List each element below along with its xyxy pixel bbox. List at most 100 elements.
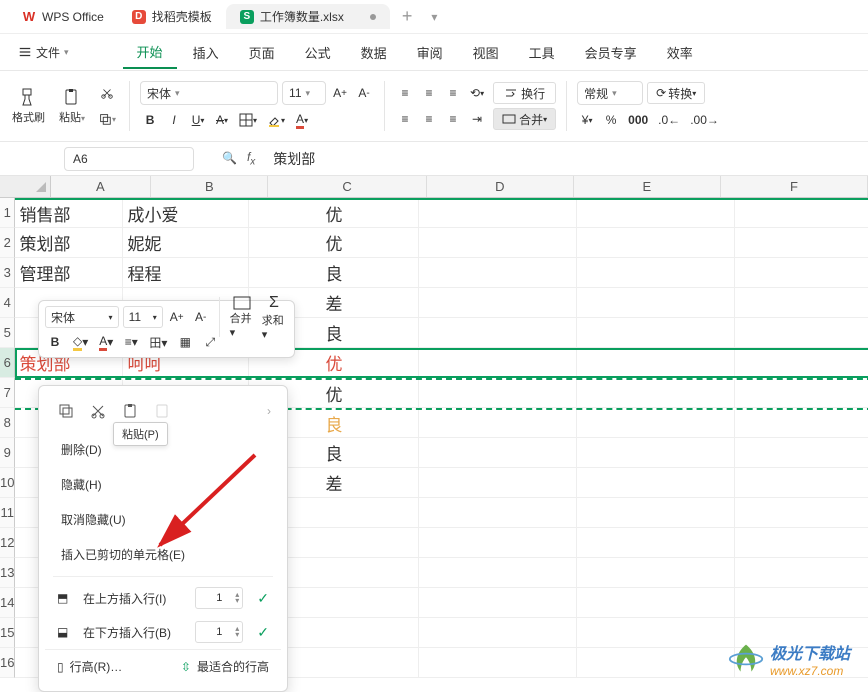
tab-docer[interactable]: D 找稻壳模板	[118, 4, 226, 29]
paste-button[interactable]: 粘贴▾	[55, 85, 89, 127]
row-header[interactable]: 6	[0, 348, 15, 378]
mini-font-inc[interactable]: A+	[167, 306, 187, 328]
convert-button[interactable]: ⟳转换▾	[647, 82, 705, 104]
cell[interactable]	[419, 588, 577, 618]
merge-button[interactable]: 合并▾	[493, 108, 556, 130]
cell[interactable]: 良	[249, 258, 419, 288]
menu-insert[interactable]: 插入	[179, 37, 233, 68]
tab-wps[interactable]: W WPS Office	[8, 6, 118, 28]
menu-review[interactable]: 审阅	[403, 37, 457, 68]
dec-dec-button[interactable]: .00→	[687, 109, 722, 131]
cell[interactable]	[419, 618, 577, 648]
cell[interactable]	[419, 528, 577, 558]
align-right-button[interactable]: ≡	[443, 108, 463, 130]
ctx-insert-above[interactable]: ⬒ 在上方插入行(I) 1▴▾ ✓	[45, 581, 281, 615]
cell[interactable]	[577, 558, 735, 588]
align-bot-button[interactable]: ≡	[443, 82, 463, 104]
align-left-button[interactable]: ≡	[395, 108, 415, 130]
cell[interactable]	[577, 258, 735, 288]
cell[interactable]	[735, 318, 868, 348]
mini-font-dec[interactable]: A-	[191, 306, 211, 328]
cell[interactable]: 管理部	[15, 258, 123, 288]
mini-fill[interactable]: ◇▾	[70, 331, 91, 353]
italic-button[interactable]: I	[164, 109, 184, 131]
cell[interactable]	[735, 528, 868, 558]
font-name-select[interactable]: 宋体▾	[140, 81, 278, 105]
cell[interactable]: 优	[249, 228, 419, 258]
row-header[interactable]: 15	[0, 618, 15, 648]
cell[interactable]	[735, 498, 868, 528]
ctx-insert-below[interactable]: ⬓ 在下方插入行(B) 1▴▾ ✓	[45, 615, 281, 649]
menu-member[interactable]: 会员专享	[571, 37, 651, 68]
cell[interactable]	[419, 648, 577, 678]
cell[interactable]	[419, 200, 577, 228]
ctx-unhide[interactable]: 取消隐藏(U)	[45, 502, 281, 537]
cell[interactable]: 成小爱	[123, 200, 249, 228]
cell[interactable]: 妮妮	[123, 228, 249, 258]
border-button[interactable]: ▾	[236, 109, 260, 131]
row-header[interactable]: 5	[0, 318, 15, 348]
ctx-hide[interactable]: 隐藏(H)	[45, 467, 281, 502]
mini-font-size[interactable]: 11▾	[123, 306, 163, 328]
indent-button[interactable]: ⇥	[467, 108, 487, 130]
formula-input[interactable]: 策划部	[263, 149, 325, 169]
cell[interactable]	[735, 200, 868, 228]
mini-bold[interactable]: B	[45, 331, 65, 353]
cell[interactable]	[735, 410, 868, 438]
ctx-cut-button[interactable]	[87, 400, 109, 422]
ctx-insert-cut-cells[interactable]: 插入已剪切的单元格(E)	[45, 537, 281, 572]
wrap-button[interactable]: 换行	[493, 82, 556, 104]
insert-above-count[interactable]: 1▴▾	[195, 587, 243, 609]
col-header-c[interactable]: C	[268, 176, 426, 197]
menu-tools[interactable]: 工具	[515, 37, 569, 68]
ctx-best-fit[interactable]: 最适合的行高	[197, 658, 269, 675]
tab-menu-button[interactable]: ▾	[424, 6, 444, 28]
row-header[interactable]: 9	[0, 438, 15, 468]
cell[interactable]	[577, 498, 735, 528]
row-header[interactable]: 3	[0, 258, 15, 288]
cell[interactable]	[577, 618, 735, 648]
align-mid-button[interactable]: ≡	[419, 82, 439, 104]
cell[interactable]	[577, 438, 735, 468]
row-header[interactable]: 11	[0, 498, 15, 528]
ctx-row-height[interactable]: 行高(R)…	[70, 658, 123, 675]
menu-view[interactable]: 视图	[459, 37, 513, 68]
font-increase-button[interactable]: A+	[330, 82, 350, 104]
col-header-d[interactable]: D	[427, 176, 574, 197]
mini-font-color[interactable]: A▾	[96, 331, 116, 353]
mini-align[interactable]: ≡▾	[121, 331, 141, 353]
format-brush-button[interactable]: 格式刷	[8, 85, 49, 127]
row-header[interactable]: 1	[0, 198, 15, 228]
mini-font-name[interactable]: 宋体▾	[45, 306, 119, 328]
cell[interactable]	[735, 258, 868, 288]
row-header[interactable]: 4	[0, 288, 15, 318]
row-header[interactable]: 16	[0, 648, 15, 678]
fill-color-button[interactable]: ▾	[264, 109, 288, 131]
cell[interactable]	[577, 410, 735, 438]
cell[interactable]	[419, 438, 577, 468]
comma-button[interactable]: 000	[625, 109, 651, 131]
mini-border[interactable]: 田▾	[146, 331, 170, 353]
col-header-e[interactable]: E	[574, 176, 721, 197]
cut-button[interactable]	[95, 82, 119, 104]
align-center-button[interactable]: ≡	[419, 108, 439, 130]
number-format-select[interactable]: 常规▾	[577, 81, 643, 105]
cell[interactable]	[735, 348, 868, 378]
tab-workbook[interactable]: S 工作簿数量.xlsx	[226, 4, 390, 29]
cell[interactable]	[735, 438, 868, 468]
cell[interactable]: 优	[249, 200, 419, 228]
cell[interactable]	[735, 288, 868, 318]
select-all-corner[interactable]	[0, 176, 51, 197]
cell[interactable]	[419, 258, 577, 288]
row-header[interactable]: 2	[0, 228, 15, 258]
mini-more[interactable]: ⤢	[200, 331, 220, 353]
cell[interactable]: 销售部	[15, 200, 123, 228]
cell[interactable]	[419, 348, 577, 378]
orientation-button[interactable]: ⟲▾	[467, 82, 487, 104]
cell[interactable]	[577, 380, 735, 408]
bold-button[interactable]: B	[140, 109, 160, 131]
menu-data[interactable]: 数据	[347, 37, 401, 68]
menu-efficiency[interactable]: 效率	[653, 37, 707, 68]
ctx-paste-special-button[interactable]	[151, 400, 173, 422]
cell[interactable]	[735, 228, 868, 258]
